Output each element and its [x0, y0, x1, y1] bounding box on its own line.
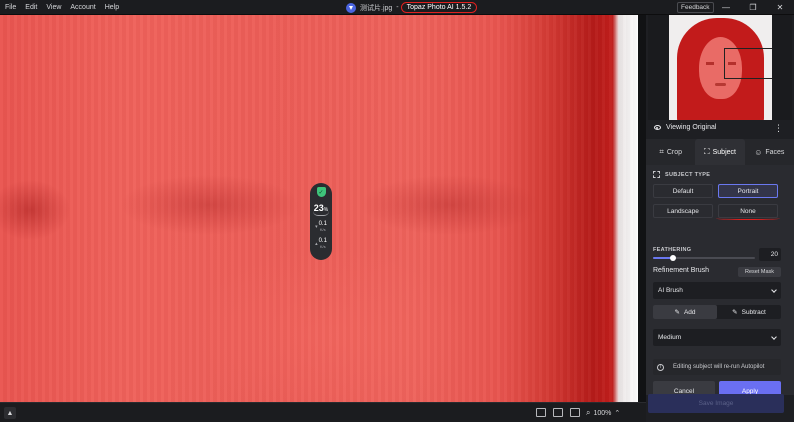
info-message: i Editing subject will re-run Autopilot: [653, 359, 781, 375]
brush-size-select[interactable]: Medium: [653, 329, 781, 346]
brush-type-select[interactable]: AI Brush: [653, 282, 781, 299]
add-label: Add: [683, 308, 696, 316]
brush-size-value: Medium: [658, 334, 682, 341]
up-arrow-icon: ▴: [315, 241, 318, 247]
stat-row-2: ▴ 0.1 K/s: [315, 238, 327, 250]
navigator-thumbnail[interactable]: [668, 15, 772, 120]
feathering-value[interactable]: 20: [759, 248, 781, 261]
menu-view[interactable]: View: [46, 4, 61, 11]
zoom-icon: ⌕: [586, 408, 591, 417]
subject-type-title: SUBJECT TYPE: [665, 171, 711, 178]
viewing-original-toggle[interactable]: Viewing Original: [654, 124, 716, 131]
subject-type-landscape[interactable]: Landscape: [653, 204, 713, 218]
stat-2: 0.1 K/s: [319, 238, 327, 250]
menu-edit[interactable]: Edit: [25, 4, 37, 11]
split-view-icon[interactable]: [553, 408, 563, 417]
tab-faces-label: Faces: [765, 148, 785, 156]
thumbnail-mouth: [714, 83, 726, 86]
feathering-slider-handle[interactable]: [670, 254, 677, 261]
reset-mask-button[interactable]: Reset Mask: [738, 267, 781, 277]
tab-crop-label: Crop: [666, 148, 683, 156]
refinement-brush-label: Refinement Brush: [653, 267, 710, 274]
chevron-up-icon[interactable]: ⌃: [614, 409, 620, 417]
file-name: 测试片.jpg: [360, 4, 393, 12]
zoom-control[interactable]: ⌕ 100% ⌃: [586, 405, 620, 421]
title-separator: -: [396, 4, 399, 11]
maximize-button[interactable]: ❐: [740, 0, 766, 15]
feathering-label: FEATHERING: [653, 247, 692, 253]
menu-account[interactable]: Account: [70, 4, 95, 11]
face-icon: ☺: [754, 147, 763, 157]
subtract-label: Subtract: [741, 308, 766, 316]
menu-file[interactable]: File: [5, 4, 16, 11]
subject-type-none[interactable]: None: [718, 204, 778, 218]
usage-ring-icon: [313, 211, 329, 216]
navigator-viewport-box[interactable]: [723, 48, 772, 79]
crop-icon: ⌗: [659, 147, 664, 156]
more-options-icon[interactable]: ⋮: [774, 123, 783, 134]
tab-subject-label: Subject: [712, 148, 736, 156]
subject-type-heading: SUBJECT TYPE: [653, 171, 710, 178]
close-button[interactable]: ✕: [767, 0, 793, 15]
feathering-slider[interactable]: [653, 254, 755, 261]
subject-frame-icon: [653, 171, 660, 178]
zoom-level: 100%: [593, 409, 612, 417]
subject-type-default[interactable]: Default: [653, 184, 713, 198]
navigator: [648, 15, 792, 120]
bottom-toolbar: ▲ ⌕ 100% ⌃: [0, 402, 646, 422]
window-title: 测试片.jpg - Topaz Photo AI 1.5.2: [346, 0, 478, 15]
stat-row-1: ▾ 0.1 K/s: [315, 221, 327, 233]
subject-panel-body: SUBJECT TYPE Default Portrait Landscape …: [646, 165, 794, 401]
image-canvas[interactable]: ✓ 23% ▾ 0.1 K/s ▴ 0.1 K/s: [0, 15, 638, 402]
right-panel: Viewing Original ⋮ ⌗ Crop ⛶ Subject ☺ Faces…: [646, 15, 794, 422]
subject-type-portrait[interactable]: Portrait: [718, 184, 778, 198]
app-logo-icon: [346, 2, 356, 13]
save-image-button[interactable]: Save Image: [648, 394, 784, 413]
down-arrow-icon: ▾: [315, 224, 318, 230]
info-text: Editing subject will re-run Autopilot: [673, 364, 765, 370]
tab-faces[interactable]: ☺ Faces: [745, 139, 794, 165]
add-brush-button[interactable]: ✎ Add: [653, 305, 717, 319]
viewing-original-label: Viewing Original: [666, 124, 717, 131]
menu-bar: File Edit View Account Help: [5, 0, 119, 15]
stat-1-unit: K/s: [319, 227, 326, 232]
app-name: Topaz Photo AI 1.5.2: [400, 2, 478, 13]
stat-1: 0.1 K/s: [319, 221, 327, 233]
shield-check-icon: ✓: [316, 187, 326, 197]
brush-mode-toggle: ✎ Add ✎ Subtract: [653, 305, 781, 319]
single-view-icon[interactable]: [536, 408, 546, 417]
tab-subject[interactable]: ⛶ Subject: [695, 139, 745, 165]
side-by-side-view-icon[interactable]: [570, 408, 580, 417]
chevron-down-icon: [771, 333, 777, 340]
tab-crop[interactable]: ⌗ Crop: [646, 139, 695, 165]
stat-2-unit: K/s: [319, 244, 326, 249]
eye-icon: [654, 125, 661, 130]
minimize-button[interactable]: —: [713, 0, 739, 15]
performance-widget: ✓ 23% ▾ 0.1 K/s ▴ 0.1 K/s: [310, 183, 332, 260]
brush-subtract-icon: ✎: [732, 309, 738, 316]
title-bar: File Edit View Account Help 测试片.jpg - To…: [0, 0, 794, 15]
feedback-button[interactable]: Feedback: [677, 2, 714, 13]
chevron-down-icon: [771, 286, 777, 293]
info-icon: i: [657, 363, 664, 371]
expand-up-icon[interactable]: ▲: [4, 407, 16, 419]
menu-help[interactable]: Help: [105, 4, 119, 11]
subtract-brush-button[interactable]: ✎ Subtract: [717, 305, 781, 319]
brush-type-value: AI Brush: [658, 287, 683, 294]
panel-tabs: ⌗ Crop ⛶ Subject ☺ Faces: [646, 139, 794, 165]
subject-frame-icon: ⛶: [704, 147, 710, 156]
brush-add-icon: ✎: [674, 309, 680, 316]
